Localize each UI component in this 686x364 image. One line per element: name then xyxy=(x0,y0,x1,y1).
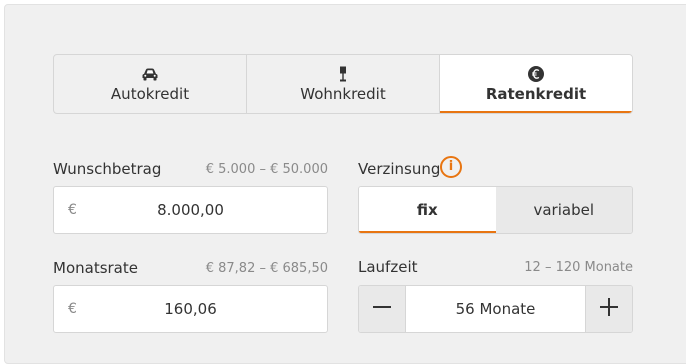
option-fix[interactable]: fix xyxy=(359,187,496,233)
wunschbetrag-input[interactable]: € 8.000,00 xyxy=(53,186,328,234)
verzinsung-toggle: fix variabel xyxy=(358,186,633,234)
laufzeit-label: Laufzeit xyxy=(358,258,418,276)
plus-icon xyxy=(599,297,619,321)
wunschbetrag-label: Wunschbetrag xyxy=(53,160,162,178)
increment-button[interactable] xyxy=(585,286,632,332)
monatsrate-value: 160,06 xyxy=(164,300,217,318)
tab-autokredit[interactable]: Autokredit xyxy=(54,55,247,113)
wunschbetrag-value: 8.000,00 xyxy=(157,201,224,219)
tab-label: Ratenkredit xyxy=(485,85,587,103)
lamp-icon xyxy=(337,65,349,83)
monatsrate-range: € 87,82 – € 685,50 xyxy=(205,261,328,276)
verzinsung-label: Verzinsung xyxy=(358,160,441,178)
laufzeit-range: 12 – 120 Monate xyxy=(524,260,633,275)
option-variabel[interactable]: variabel xyxy=(495,187,632,233)
wunschbetrag-range: € 5.000 – € 50.000 xyxy=(205,162,328,177)
tab-ratenkredit[interactable]: Ratenkredit xyxy=(440,55,632,113)
laufzeit-stepper: 56 Monate xyxy=(358,285,633,333)
monatsrate-input[interactable]: € 160,06 xyxy=(53,285,328,333)
tab-label: Autokredit xyxy=(110,85,190,103)
laufzeit-value[interactable]: 56 Monate xyxy=(406,286,585,332)
monatsrate-label: Monatsrate xyxy=(53,259,138,277)
info-icon[interactable]: i xyxy=(440,156,462,178)
minus-icon xyxy=(372,297,392,321)
loan-type-tabs: Autokredit Wohnkredit Ratenkredit xyxy=(53,54,633,114)
decrement-button[interactable] xyxy=(359,286,406,332)
euro-coin-icon xyxy=(527,65,545,83)
car-icon xyxy=(141,65,159,83)
tab-wohnkredit[interactable]: Wohnkredit xyxy=(247,55,440,113)
tab-label: Wohnkredit xyxy=(300,85,386,103)
